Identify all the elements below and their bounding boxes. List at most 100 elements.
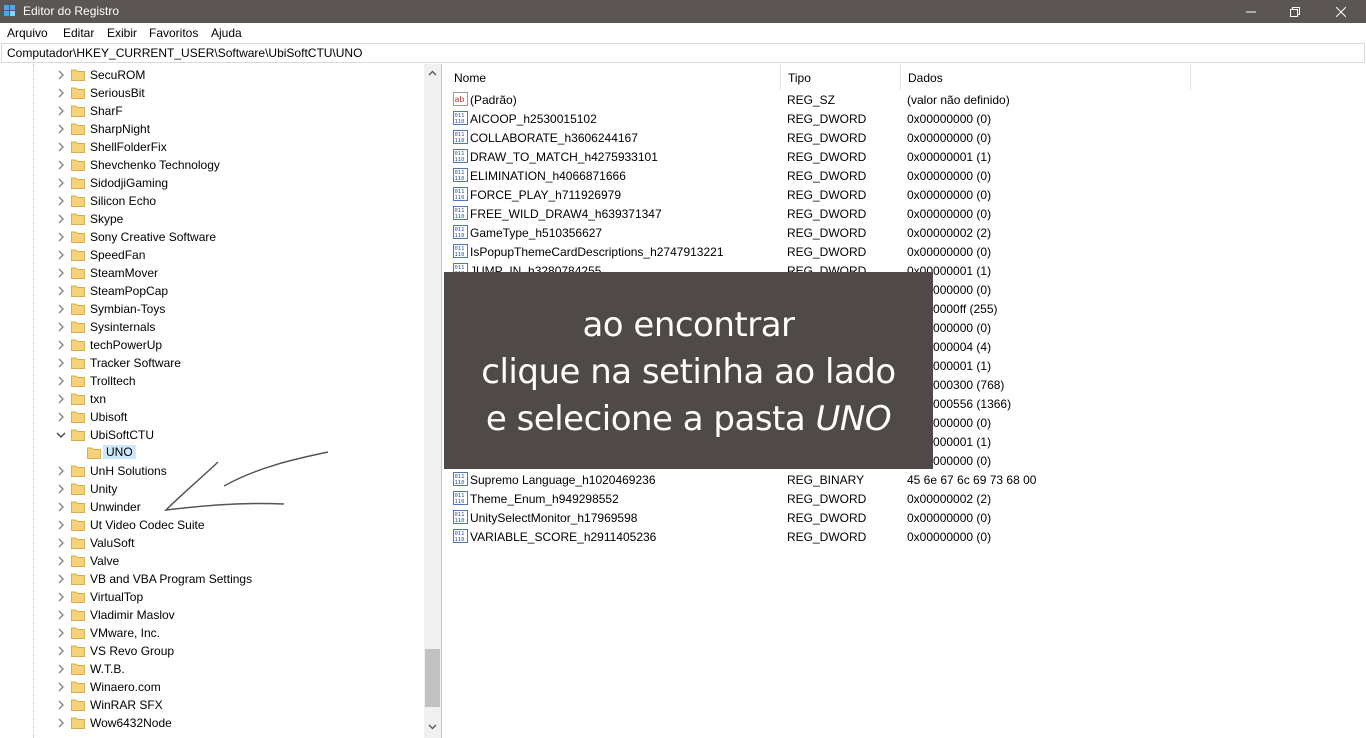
chevron-right-icon[interactable] (56, 627, 66, 639)
chevron-right-icon[interactable] (56, 645, 66, 657)
tree-item[interactable]: SteamPopCap (0, 282, 424, 300)
value-row[interactable]: 011 110 ELIMINATION_h4066871666 REG_DWORD 0x… (446, 166, 1346, 185)
tree-item[interactable]: W.T.B. (0, 660, 424, 678)
minimize-button[interactable] (1228, 0, 1274, 23)
value-row[interactable]: 011 110 Theme_Enum_h949298552 REG_DWORD 0x00… (446, 489, 1346, 508)
value-row[interactable]: 011 110 UnitySelectMonitor_h17969598 REG_DW… (446, 508, 1346, 527)
value-row[interactable]: 011 110 FREE_WILD_DRAW4_h639371347 REG_DWOR… (446, 204, 1346, 223)
chevron-right-icon[interactable] (56, 87, 66, 99)
tree-item[interactable]: VirtualTop (0, 588, 424, 606)
value-row[interactable]: 011 110 VARIABLE_SCORE_h2911405236 REG_DWOR… (446, 527, 1346, 546)
chevron-right-icon[interactable] (56, 213, 66, 225)
chevron-right-icon[interactable] (56, 267, 66, 279)
column-header-nome[interactable]: Nome (446, 64, 780, 90)
chevron-right-icon[interactable] (56, 663, 66, 675)
chevron-right-icon[interactable] (56, 177, 66, 189)
chevron-right-icon[interactable] (56, 591, 66, 603)
menu-favoritos[interactable]: Favoritos (149, 26, 198, 40)
tree-scrollbar[interactable] (424, 64, 441, 738)
menu-editar[interactable]: Editar (63, 26, 94, 40)
tree-item[interactable]: Symbian-Toys (0, 300, 424, 318)
chevron-right-icon[interactable] (56, 609, 66, 621)
tree-item[interactable]: Shevchenko Technology (0, 156, 424, 174)
chevron-right-icon[interactable] (56, 483, 66, 495)
value-row[interactable]: ab (Padrão) REG_SZ (valor não definido) (446, 90, 1346, 109)
tree-item[interactable]: SecuROM (0, 66, 424, 84)
tree-item[interactable]: SteamMover (0, 264, 424, 282)
tree-item[interactable]: Valve (0, 552, 424, 570)
chevron-right-icon[interactable] (56, 375, 66, 387)
tree-item[interactable]: VS Revo Group (0, 642, 424, 660)
tree-item[interactable]: ShellFolderFix (0, 138, 424, 156)
chevron-right-icon[interactable] (56, 537, 66, 549)
scroll-up-icon[interactable] (427, 68, 438, 79)
tree-item[interactable]: Sony Creative Software (0, 228, 424, 246)
tree-item[interactable]: Wow6432Node (0, 714, 424, 732)
chevron-right-icon[interactable] (56, 123, 66, 135)
tree-item[interactable]: Winaero.com (0, 678, 424, 696)
close-button[interactable] (1318, 0, 1364, 23)
tree-item[interactable]: txn (0, 390, 424, 408)
value-row[interactable]: 011 110 COLLABORATE_h3606244167 REG_DWORD 0x… (446, 128, 1346, 147)
chevron-right-icon[interactable] (56, 357, 66, 369)
folder-icon (71, 87, 85, 99)
menu-ajuda[interactable]: Ajuda (211, 26, 242, 40)
chevron-right-icon[interactable] (56, 69, 66, 81)
chevron-right-icon[interactable] (56, 141, 66, 153)
chevron-right-icon[interactable] (56, 195, 66, 207)
tree-item[interactable]: Ubisoft (0, 408, 424, 426)
tree-item[interactable]: SidodjiGaming (0, 174, 424, 192)
tree-item[interactable]: SharpNight (0, 120, 424, 138)
chevron-right-icon[interactable] (56, 303, 66, 315)
column-header-tipo[interactable]: Tipo (780, 64, 900, 90)
value-row[interactable]: 011 110 IsPopupThemeCardDescriptions_h2747… (446, 242, 1346, 261)
tree-item[interactable]: Silicon Echo (0, 192, 424, 210)
value-row[interactable]: 011 110 GameType_h510356627 REG_DWORD 0x0000… (446, 223, 1346, 242)
value-row[interactable]: 011 110 FORCE_PLAY_h711926979 REG_DWORD 0x00… (446, 185, 1346, 204)
chevron-right-icon[interactable] (56, 321, 66, 333)
tree-item[interactable]: Vladimir Maslov (0, 606, 424, 624)
tree-item[interactable]: SharF (0, 102, 424, 120)
chevron-right-icon[interactable] (56, 339, 66, 351)
chevron-right-icon[interactable] (56, 519, 66, 531)
chevron-right-icon[interactable] (56, 555, 66, 567)
tree-item[interactable]: techPowerUp (0, 336, 424, 354)
chevron-right-icon[interactable] (56, 285, 66, 297)
menu-exibir[interactable]: Exibir (107, 26, 137, 40)
chevron-right-icon[interactable] (56, 249, 66, 261)
menu-arquivo[interactable]: Arquivo (7, 26, 48, 40)
scroll-thumb[interactable] (425, 649, 440, 707)
tree-item[interactable]: Tracker Software (0, 354, 424, 372)
tree-item[interactable]: Skype (0, 210, 424, 228)
chevron-right-icon[interactable] (56, 501, 66, 513)
chevron-right-icon[interactable] (56, 465, 66, 477)
chevron-right-icon[interactable] (56, 717, 66, 729)
chevron-right-icon[interactable] (56, 681, 66, 693)
tree-item[interactable]: ValuSoft (0, 534, 424, 552)
tree-item[interactable]: Trolltech (0, 372, 424, 390)
chevron-right-icon[interactable] (56, 411, 66, 423)
column-header-dados[interactable]: Dados (900, 64, 1190, 90)
tree-item[interactable]: SpeedFan (0, 246, 424, 264)
tree-item[interactable]: WinRAR SFX (0, 696, 424, 714)
chevron-right-icon[interactable] (56, 573, 66, 585)
value-row[interactable]: 011 110 AICOOP_h2530015102 REG_DWORD 0x00000… (446, 109, 1346, 128)
restore-button[interactable] (1272, 0, 1318, 23)
chevron-right-icon[interactable] (56, 105, 66, 117)
chevron-right-icon[interactable] (56, 159, 66, 171)
chevron-down-icon[interactable] (56, 429, 66, 441)
value-row[interactable]: 011 110 DRAW_TO_MATCH_h4275933101 REG_DWORD… (446, 147, 1346, 166)
scroll-down-icon[interactable] (427, 721, 438, 732)
value-row[interactable]: 011 110 Supremo Language_h1020469236 REG_BI… (446, 470, 1346, 489)
address-bar[interactable]: Computador\HKEY_CURRENT_USER\Software\Ub… (1, 43, 1365, 63)
chevron-right-icon[interactable] (56, 699, 66, 711)
tree-item[interactable]: VB and VBA Program Settings (0, 570, 424, 588)
tree-item[interactable]: SeriousBit (0, 84, 424, 102)
column-separator[interactable] (1190, 64, 1191, 90)
chevron-right-icon[interactable] (56, 393, 66, 405)
chevron-right-icon[interactable] (56, 231, 66, 243)
tree-item[interactable]: UbiSoftCTU (0, 426, 424, 444)
value-type: REG_DWORD (787, 150, 867, 164)
tree-item[interactable]: Sysinternals (0, 318, 424, 336)
tree-item[interactable]: VMware, Inc. (0, 624, 424, 642)
